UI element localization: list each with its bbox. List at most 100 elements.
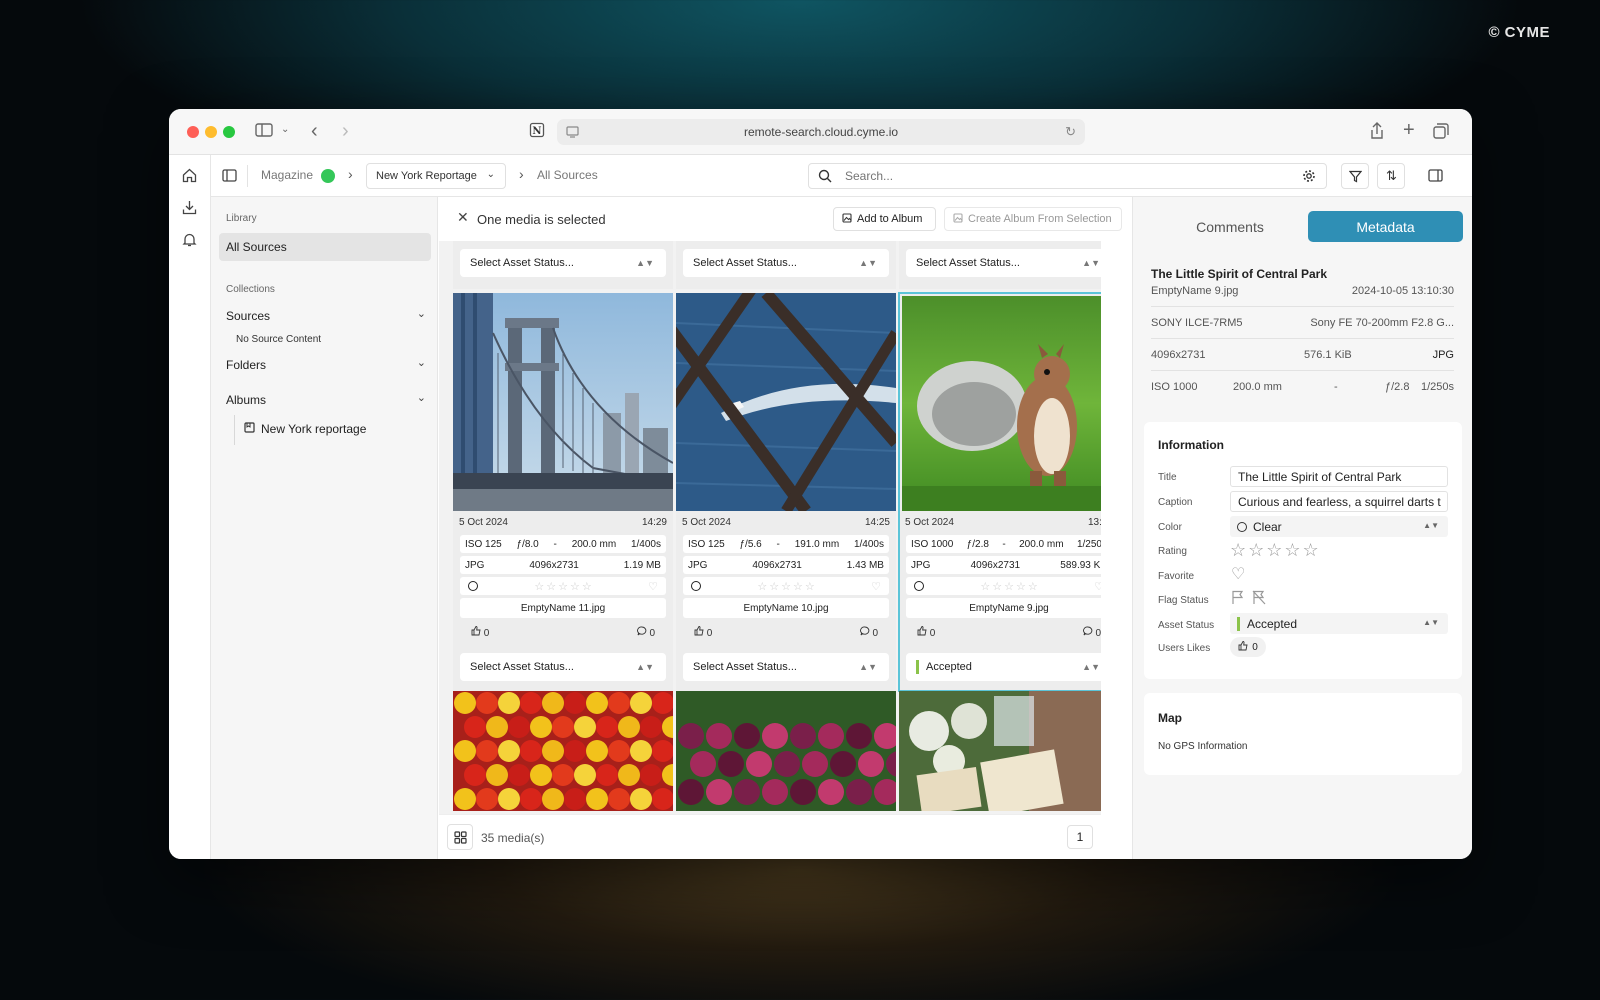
address-bar[interactable]: remote-search.cloud.cyme.io ↻ [557, 119, 1085, 145]
reload-icon[interactable]: ↻ [1065, 124, 1076, 140]
radish-shape [678, 779, 704, 805]
home-icon[interactable] [182, 168, 197, 186]
notion-icon[interactable]: N [529, 122, 545, 141]
like-button[interactable]: 0 [471, 626, 489, 639]
comment-button[interactable]: 0 [636, 626, 655, 639]
tab-comments[interactable]: Comments [1154, 211, 1306, 242]
new-tab-icon[interactable]: + [1403, 120, 1415, 140]
tab-metadata[interactable]: Metadata [1308, 211, 1463, 242]
forward-icon[interactable]: › [342, 121, 349, 141]
download-icon[interactable] [182, 200, 197, 218]
media-card[interactable]: 5 Oct 2024 14:25 ISO 125 ƒ/5.6 - 191.0 mm 1/4… [676, 293, 896, 691]
search-input[interactable] [845, 168, 1285, 184]
sort-button[interactable]: ⇅ [1377, 163, 1405, 189]
color-circle-icon[interactable] [691, 581, 701, 591]
right-panel-toggle-icon[interactable] [1428, 169, 1443, 185]
add-to-album-button[interactable]: Add to Album [833, 207, 936, 231]
flag-rejected-icon[interactable] [1252, 590, 1266, 610]
radish-shape [706, 723, 732, 749]
card-date-row: 5 Oct 2024 13:10 [905, 517, 1101, 528]
sidebar-toggle-icon[interactable] [255, 123, 273, 140]
rating-stars[interactable]: ☆☆☆☆☆ [756, 580, 815, 593]
color-circle-icon[interactable] [914, 581, 924, 591]
sidebar-item-all-sources[interactable]: All Sources [219, 233, 431, 261]
sidebar-item-sources[interactable]: Sources ⌄ [226, 308, 426, 323]
no-source-text: No Source Content [236, 334, 322, 345]
asset-status-select[interactable]: Select Asset Status... ▲▼ [460, 249, 666, 277]
photo-tomatoes[interactable] [453, 691, 673, 811]
color-select[interactable]: Clear ▲▼ [1230, 516, 1448, 537]
chevron-down-icon[interactable]: ⌄ [281, 125, 289, 135]
zoom-window-button[interactable] [223, 126, 235, 138]
photo-squirrel[interactable] [902, 296, 1101, 511]
card-time: 13:10 [1087, 517, 1101, 528]
breadcrumb-magazine[interactable]: Magazine [261, 168, 313, 182]
tomato-shape [574, 764, 596, 786]
like-button[interactable]: 0 [917, 626, 935, 639]
card-format: JPG [688, 559, 708, 571]
sidebar-item-album-new-york[interactable]: New York reportage [244, 422, 366, 436]
gear-icon[interactable] [1302, 169, 1316, 188]
radish-shape [830, 751, 856, 777]
filter-button[interactable] [1341, 163, 1369, 189]
minimize-window-button[interactable] [205, 126, 217, 138]
heart-icon[interactable]: ♡ [1094, 580, 1101, 593]
color-circle-icon[interactable] [468, 581, 478, 591]
tomato-shape [618, 764, 640, 786]
title-field[interactable]: The Little Spirit of Central Park [1230, 466, 1448, 487]
media-card[interactable]: 5 Oct 2024 14:29 ISO 125 ƒ/8.0 - 200.0 mm 1/4… [453, 293, 673, 691]
rating-stars[interactable]: ☆☆☆☆☆ [979, 580, 1038, 593]
heart-icon[interactable]: ♡ [1231, 564, 1245, 584]
rating-stars[interactable]: ☆☆☆☆☆ [533, 580, 592, 593]
tomato-shape [498, 788, 520, 810]
asset-status-select[interactable]: Select Asset Status... ▲▼ [683, 653, 889, 681]
radish-shape [746, 751, 772, 777]
sidebar-item-folders[interactable]: Folders ⌄ [226, 357, 426, 372]
card-shutter: 1/400s [630, 538, 661, 550]
heart-icon[interactable]: ♡ [648, 580, 658, 593]
asset-status-select[interactable]: Accepted ▲▼ [906, 653, 1101, 681]
breadcrumb-all-sources[interactable]: All Sources [537, 168, 598, 182]
page-number-button[interactable]: 1 [1067, 825, 1093, 849]
share-icon[interactable] [1370, 122, 1384, 143]
clear-selection-icon[interactable]: ✕ [457, 209, 469, 226]
search-bar [808, 163, 1327, 189]
likes-badge[interactable]: 0 [1230, 637, 1266, 657]
radish-shape [718, 751, 744, 777]
photo-boat[interactable] [676, 293, 896, 511]
caption-field[interactable]: Curious and fearless, a squirrel darts t [1230, 491, 1448, 512]
information-card: Information Title The Little Spirit of C… [1144, 422, 1462, 679]
panel-toggle-icon[interactable] [222, 169, 237, 185]
media-grid: Select Asset Status... ▲▼ Select Asset St… [439, 241, 1101, 814]
flag-icon[interactable] [1231, 590, 1245, 610]
grid-view-button[interactable] [447, 824, 473, 850]
page-settings-icon[interactable] [566, 125, 579, 141]
rating-stars[interactable]: ☆☆☆☆☆ [1230, 540, 1321, 561]
bell-icon[interactable] [182, 232, 197, 250]
media-card-top-2: Select Asset Status... ▲▼ [676, 241, 896, 289]
photo-market-greens[interactable] [899, 691, 1101, 811]
project-dropdown[interactable]: New York Reportage ⌄ [366, 163, 506, 189]
exposure-row: ISO 1000 200.0 mm - ƒ/2.8 1/250s [1151, 381, 1454, 393]
add-to-album-label: Add to Album [857, 213, 923, 225]
asset-status-select[interactable]: Accepted ▲▼ [1230, 613, 1448, 634]
comment-button[interactable]: 0 [1082, 626, 1101, 639]
comment-button[interactable]: 0 [859, 626, 878, 639]
asset-status-select[interactable]: Select Asset Status... ▲▼ [460, 653, 666, 681]
create-album-button[interactable]: Create Album From Selection [944, 207, 1122, 231]
card-focal: 191.0 mm [794, 538, 840, 550]
like-button[interactable]: 0 [694, 626, 712, 639]
heart-icon[interactable]: ♡ [871, 580, 881, 593]
media-card-selected[interactable]: 5 Oct 2024 13:10 ISO 1000 ƒ/2.8 - 200.0 mm 1/… [898, 292, 1101, 692]
asset-status-select[interactable]: Select Asset Status... ▲▼ [906, 249, 1101, 277]
photo-radishes[interactable] [676, 691, 896, 811]
sidebar-item-albums[interactable]: Albums ⌄ [226, 392, 426, 407]
close-window-button[interactable] [187, 126, 199, 138]
tab-overview-icon[interactable] [1433, 123, 1449, 142]
photo-bridge[interactable] [453, 293, 673, 511]
tomato-shape [454, 692, 476, 714]
chevron-down-icon: ⌄ [416, 357, 426, 369]
card-aperture: ƒ/5.6 [739, 538, 762, 550]
back-icon[interactable]: ‹ [311, 121, 318, 141]
asset-status-select[interactable]: Select Asset Status... ▲▼ [683, 249, 889, 277]
